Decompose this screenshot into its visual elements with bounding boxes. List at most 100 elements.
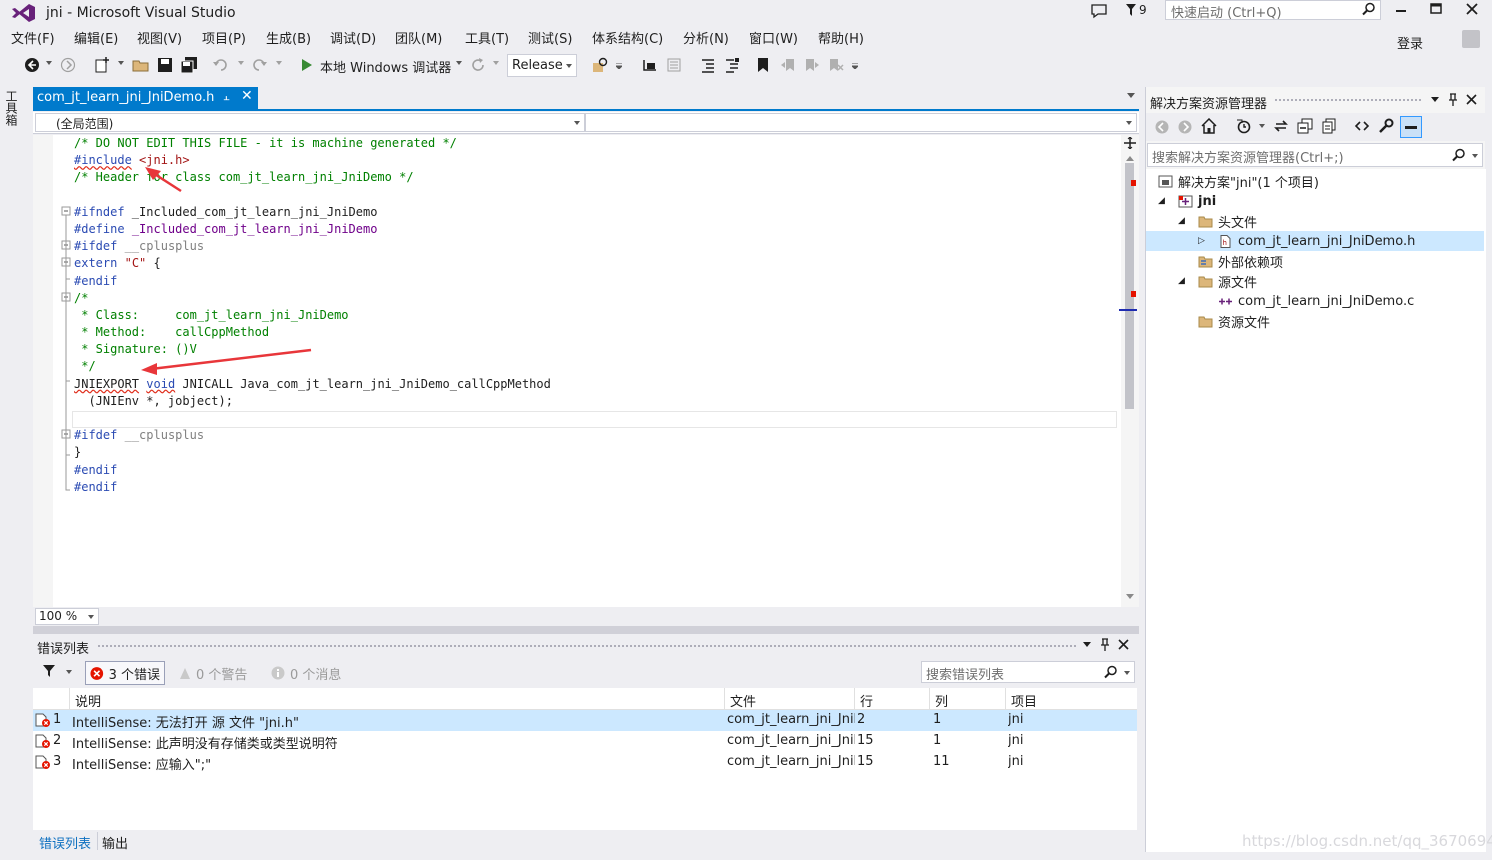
search-dropdown-icon[interactable] <box>1472 154 1478 158</box>
solution-explorer-icon[interactable] <box>642 57 658 73</box>
menu-file[interactable]: 文件(F) <box>11 28 55 47</box>
open-file-icon[interactable] <box>132 57 150 73</box>
toolbox-tab[interactable]: 工具箱 <box>4 90 20 126</box>
undo-icon[interactable] <box>212 57 230 73</box>
forward-icon[interactable] <box>1177 119 1193 135</box>
solution-explorer-search-input[interactable]: 搜索解决方案资源管理器(Ctrl+;) <box>1147 143 1483 167</box>
previous-bookmark-icon[interactable] <box>780 57 796 73</box>
forward-icon[interactable] <box>60 57 76 73</box>
tab-list-dropdown-icon[interactable] <box>1127 93 1135 98</box>
tree-node-headers-folder[interactable]: ◢ 头文件 <box>1178 211 1257 231</box>
new-dropdown-icon[interactable] <box>118 61 124 65</box>
menu-project[interactable]: 项目(P) <box>202 28 246 47</box>
redo-icon[interactable] <box>250 57 268 73</box>
pin-icon[interactable]: ⫠ <box>223 90 230 104</box>
warnings-filter-button[interactable]: 0 个警告 <box>175 661 251 685</box>
tab-error-list[interactable]: 错误列表 <box>39 833 91 852</box>
notifications-button[interactable]: 9 <box>1125 3 1147 19</box>
pending-changes-icon[interactable] <box>1236 118 1252 134</box>
collapse-all-icon[interactable] <box>1297 118 1313 134</box>
properties-wrench-icon[interactable] <box>1378 118 1394 134</box>
collapsed-arrow-icon[interactable]: ▷ <box>1198 236 1208 246</box>
undo-dropdown-icon[interactable] <box>238 61 244 65</box>
tab-document[interactable]: com_jt_learn_jni_JniDemo.h ⫠ ✕ <box>33 87 258 109</box>
menu-test[interactable]: 测试(S) <box>528 28 572 47</box>
sync-icon[interactable] <box>1273 118 1289 134</box>
scroll-up-icon[interactable] <box>1126 156 1134 161</box>
search-dropdown-icon[interactable] <box>1124 671 1130 675</box>
menu-build[interactable]: 生成(B) <box>266 28 311 47</box>
properties-icon[interactable] <box>666 57 682 73</box>
editor-vertical-scrollbar[interactable] <box>1119 135 1139 607</box>
feedback-icon[interactable] <box>1090 3 1108 19</box>
menu-window[interactable]: 窗口(W) <box>749 28 798 47</box>
quick-launch-input[interactable]: 快速启动 (Ctrl+Q) <box>1165 0 1381 21</box>
panel-menu-dropdown-icon[interactable] <box>1083 642 1091 647</box>
clear-bookmarks-icon[interactable] <box>828 57 844 73</box>
panel-menu-dropdown-icon[interactable] <box>1431 97 1439 102</box>
column-line[interactable]: 行 <box>860 691 873 710</box>
panel-splitter[interactable] <box>33 626 1139 634</box>
column-file[interactable]: 文件 <box>730 691 756 710</box>
tab-output[interactable]: 输出 <box>102 833 128 852</box>
errors-filter-button[interactable]: 3 个错误 <box>85 661 165 685</box>
debugger-target-label[interactable]: 本地 Windows 调试器 <box>320 57 451 76</box>
new-project-icon[interactable] <box>94 57 112 73</box>
expanded-arrow-icon[interactable]: ◢ <box>1158 196 1168 206</box>
column-description[interactable]: 说明 <box>75 691 101 710</box>
menu-view[interactable]: 视图(V) <box>137 28 182 47</box>
members-dropdown[interactable] <box>585 113 1137 132</box>
find-in-files-icon[interactable] <box>592 57 610 73</box>
next-bookmark-icon[interactable] <box>804 57 820 73</box>
bookmark-icon[interactable] <box>756 57 770 73</box>
redo-dropdown-icon[interactable] <box>276 61 282 65</box>
login-link[interactable]: 登录 <box>1397 33 1423 52</box>
preview-selected-items-button[interactable] <box>1400 116 1422 138</box>
close-tab-icon[interactable]: ✕ <box>241 88 253 104</box>
save-icon[interactable] <box>157 57 173 73</box>
scope-dropdown[interactable]: (全局范围) <box>35 113 585 132</box>
tree-node-source-folder[interactable]: ◢ 源文件 <box>1178 271 1257 291</box>
menu-edit[interactable]: 编辑(E) <box>74 28 118 47</box>
minimize-button[interactable] <box>1394 2 1408 16</box>
error-row[interactable]: 1 IntelliSense: 无法打开 源 文件 "jni.h" com_jt… <box>33 710 1137 731</box>
error-row[interactable]: 2 IntelliSense: 此声明没有存储类或类型说明符 com_jt_le… <box>33 731 1137 752</box>
split-editor-icon[interactable] <box>1124 137 1136 149</box>
start-debugging-icon[interactable] <box>300 57 314 73</box>
menu-analyze[interactable]: 分析(N) <box>683 28 729 47</box>
tree-node-external-deps[interactable]: 外部依赖项 <box>1198 251 1283 271</box>
error-row[interactable]: 3 IntelliSense: 应输入";" com_jt_learn_jni_… <box>33 752 1137 773</box>
scroll-down-icon[interactable] <box>1126 594 1134 599</box>
back-icon[interactable] <box>1154 119 1170 135</box>
expanded-arrow-icon[interactable]: ◢ <box>1178 276 1188 286</box>
messages-filter-button[interactable]: 0 个消息 <box>267 661 345 685</box>
close-panel-icon[interactable] <box>1118 639 1129 650</box>
zoom-dropdown[interactable]: 100 % <box>35 608 99 625</box>
column-column[interactable]: 列 <box>935 691 948 710</box>
tree-node-header-file[interactable]: ▷ h com_jt_learn_jni_JniDemo.h <box>1146 231 1484 251</box>
avatar[interactable] <box>1462 30 1480 48</box>
toolbar-overflow-icon[interactable] <box>852 63 858 69</box>
filter-dropdown-icon[interactable] <box>66 670 72 674</box>
expanded-arrow-icon[interactable]: ◢ <box>1178 216 1188 226</box>
menu-debug[interactable]: 调试(D) <box>330 28 376 47</box>
pending-dropdown-icon[interactable] <box>1259 124 1265 128</box>
menu-architecture[interactable]: 体系结构(C) <box>592 28 663 47</box>
maximize-button[interactable] <box>1429 2 1443 16</box>
find-dropdown-icon[interactable] <box>616 63 622 69</box>
close-panel-icon[interactable] <box>1466 94 1477 105</box>
pin-icon[interactable] <box>1448 93 1458 106</box>
home-icon[interactable] <box>1201 118 1217 134</box>
tree-node-resource-folder[interactable]: 资源文件 <box>1198 311 1270 331</box>
filter-icon[interactable] <box>43 665 55 677</box>
scrollbar-thumb[interactable] <box>1125 163 1134 409</box>
code-editor[interactable]: /* DO NOT EDIT THIS FILE - it is machine… <box>33 135 1139 607</box>
uncomment-lines-icon[interactable] <box>724 57 740 73</box>
column-project[interactable]: 项目 <box>1011 691 1037 710</box>
configuration-dropdown[interactable]: Release <box>507 54 577 77</box>
pin-icon[interactable] <box>1100 638 1110 651</box>
tree-node-source-file[interactable]: com_jt_learn_jni_JniDemo.c <box>1218 291 1414 311</box>
close-button[interactable] <box>1465 2 1479 16</box>
refresh-icon[interactable] <box>470 57 486 73</box>
menu-help[interactable]: 帮助(H) <box>818 28 864 47</box>
